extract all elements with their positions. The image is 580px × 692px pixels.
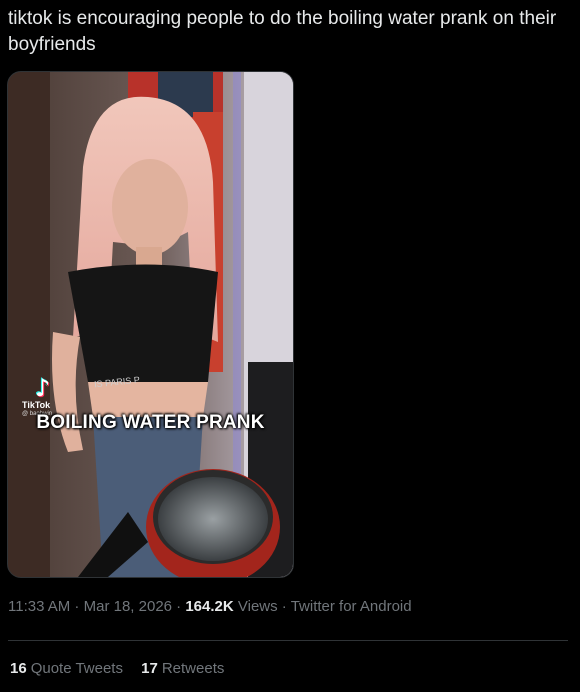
- meta-separator: ·: [70, 598, 84, 615]
- retweets-label: Retweets: [161, 660, 225, 677]
- tweet-text: tiktok is encouraging people to do the b…: [8, 8, 557, 55]
- quote-tweets-label: Quote Tweets: [30, 660, 123, 677]
- tiktok-app-name: TikTok: [22, 400, 51, 410]
- video-frame: [8, 72, 293, 577]
- quote-tweets-count: 16: [10, 660, 27, 677]
- tweet-time[interactable]: 11:33 AM: [8, 598, 70, 615]
- tweet-source[interactable]: Twitter for Android: [291, 598, 412, 615]
- quote-tweets-link[interactable]: 16 Quote Tweets: [10, 660, 123, 677]
- views-label: Views: [233, 598, 278, 615]
- meta-separator: ·: [172, 598, 186, 615]
- meta-separator: ·: [277, 598, 291, 615]
- tweet-video[interactable]: IS PARIS P ♪ TikTok @ baohwin BOILING WA…: [7, 71, 294, 578]
- tiktok-icon: ♪: [35, 374, 51, 402]
- divider: [8, 640, 568, 641]
- tweet-stats: 16 Quote Tweets 17 Retweets: [10, 660, 238, 677]
- tweet-meta: 11:33 AM · Mar 18, 2026 · 164.2K Views ·…: [8, 598, 412, 615]
- retweets-link[interactable]: 17 Retweets: [141, 660, 224, 677]
- tweet-date[interactable]: Mar 18, 2026: [84, 598, 172, 615]
- video-caption: BOILING WATER PRANK: [36, 412, 265, 433]
- views-count: 164.2K: [185, 598, 234, 615]
- retweets-count: 17: [141, 660, 158, 677]
